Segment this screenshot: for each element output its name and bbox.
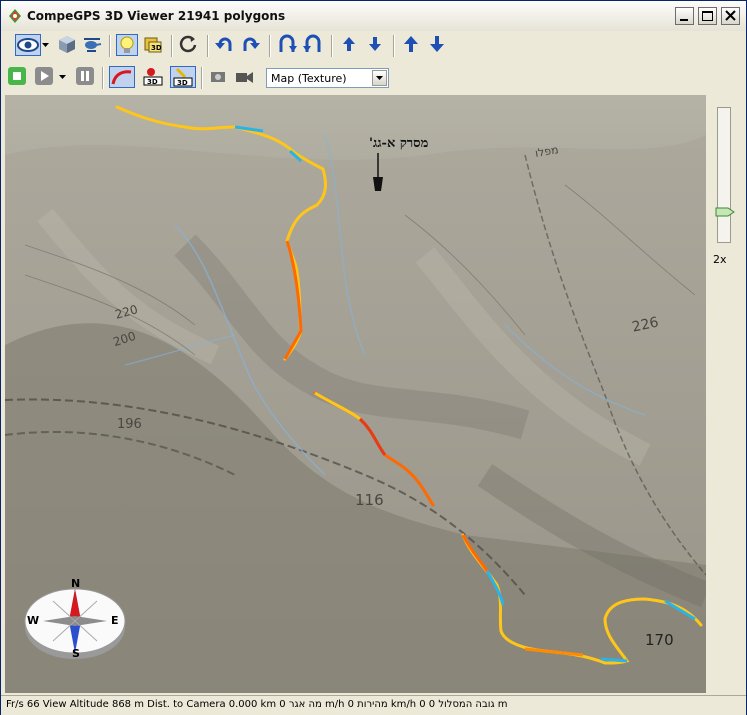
svg-text:3D: 3D	[151, 44, 162, 52]
chevron-down-icon	[59, 75, 66, 79]
tilt-down-button[interactable]	[303, 34, 325, 56]
compegps-logo-icon	[9, 9, 21, 23]
svg-text:3D: 3D	[177, 79, 188, 87]
lightbulb-icon	[120, 36, 134, 53]
tilt-up-button[interactable]	[277, 34, 299, 56]
close-button[interactable]	[721, 7, 740, 25]
zoom-slider[interactable]	[717, 107, 731, 243]
svg-text:3D: 3D	[147, 78, 158, 86]
camera-icon	[211, 72, 225, 82]
route-3d-icon: 3D	[143, 68, 163, 86]
maximize-icon	[702, 11, 713, 21]
snapshot-button[interactable]	[208, 66, 230, 88]
rotate-left-icon	[215, 37, 232, 51]
3d-objects-button[interactable]: 3D	[143, 34, 165, 56]
track-color-button[interactable]	[109, 66, 135, 88]
track-3d-button[interactable]: 3D	[143, 66, 165, 88]
chevron-down-icon	[376, 76, 383, 80]
lighting-button[interactable]	[116, 34, 138, 56]
tilt-down-icon	[303, 34, 321, 52]
poi-label: מסרק א-גג'	[369, 136, 429, 151]
chevron-down-icon	[42, 43, 49, 47]
maximize-button[interactable]	[698, 7, 717, 25]
cube-icon	[59, 36, 75, 53]
window-title: CompeGPS 3D Viewer 21941 polygons	[27, 9, 286, 23]
minimize-icon	[680, 19, 688, 21]
compass-north: N	[71, 577, 81, 590]
play-options-dropdown[interactable]	[58, 66, 70, 88]
pause-icon	[76, 67, 94, 85]
waypoints-3d-button[interactable]: 3D	[170, 66, 196, 88]
zoom-slider-thumb[interactable]	[715, 207, 735, 217]
altitude-down-icon	[430, 36, 444, 52]
refresh-icon	[179, 35, 197, 53]
waypoint-3d-icon: 3D	[173, 67, 193, 87]
helicopter-icon	[84, 38, 102, 52]
video-button[interactable]	[234, 66, 256, 88]
elevation-label: 116	[355, 491, 384, 509]
compass-south: S	[72, 647, 80, 660]
elevation-label: 170	[645, 631, 674, 649]
video-camera-icon	[236, 72, 253, 83]
map-type-dropdown-button[interactable]	[372, 70, 387, 86]
stop-button[interactable]	[7, 66, 29, 88]
playback-toolbar: 3D 3D Map (Texture)	[1, 63, 746, 93]
track-curve-icon	[111, 70, 132, 85]
compass-west: W	[27, 614, 40, 627]
move-up-button[interactable]	[339, 34, 361, 56]
3d-layers-icon: 3D	[144, 37, 162, 53]
helicopter-button[interactable]	[82, 34, 104, 56]
status-text: Fr/s 66 View Altitude 868 m Dist. to Cam…	[6, 699, 508, 710]
stop-icon	[8, 67, 26, 85]
cube-button[interactable]	[57, 34, 79, 56]
zoom-panel: 2x	[707, 95, 746, 693]
altitude-up-button[interactable]	[401, 34, 423, 56]
3d-viewport[interactable]: מסרק א-גג' 220 200 196 116 226 170 מפלו …	[5, 95, 706, 693]
altitude-up-icon	[404, 36, 418, 52]
eye-icon	[17, 38, 39, 52]
title-bar[interactable]: CompeGPS 3D Viewer 21941 polygons	[1, 1, 746, 32]
zoom-level-label: 2x	[713, 253, 727, 266]
compass-east: E	[111, 614, 119, 627]
rotate-right-icon	[243, 37, 260, 51]
map-type-select[interactable]: Map (Texture)	[266, 68, 389, 88]
tilt-up-icon	[279, 34, 297, 52]
arrow-up-icon	[343, 37, 355, 51]
elevation-label: 196	[117, 417, 142, 432]
rotate-left-button[interactable]	[214, 34, 236, 56]
app-window: CompeGPS 3D Viewer 21941 polygons 3D 3D …	[0, 0, 747, 715]
move-down-button[interactable]	[365, 34, 387, 56]
pause-button[interactable]	[75, 66, 97, 88]
map-type-value: Map (Texture)	[271, 72, 347, 85]
play-button[interactable]	[34, 66, 56, 88]
compass-widget[interactable]: N S E W	[23, 577, 127, 663]
close-icon	[725, 10, 736, 21]
minimize-button[interactable]	[675, 7, 694, 25]
rotate-right-button[interactable]	[241, 34, 263, 56]
view-mode-button[interactable]	[15, 34, 41, 56]
view-toolbar: 3D	[1, 31, 746, 61]
refresh-button[interactable]	[178, 34, 200, 56]
view-mode-dropdown[interactable]	[41, 34, 53, 56]
play-icon	[35, 67, 53, 85]
altitude-down-button[interactable]	[427, 34, 449, 56]
status-bar: Fr/s 66 View Altitude 868 m Dist. to Cam…	[1, 695, 746, 715]
arrow-down-icon	[369, 37, 381, 51]
